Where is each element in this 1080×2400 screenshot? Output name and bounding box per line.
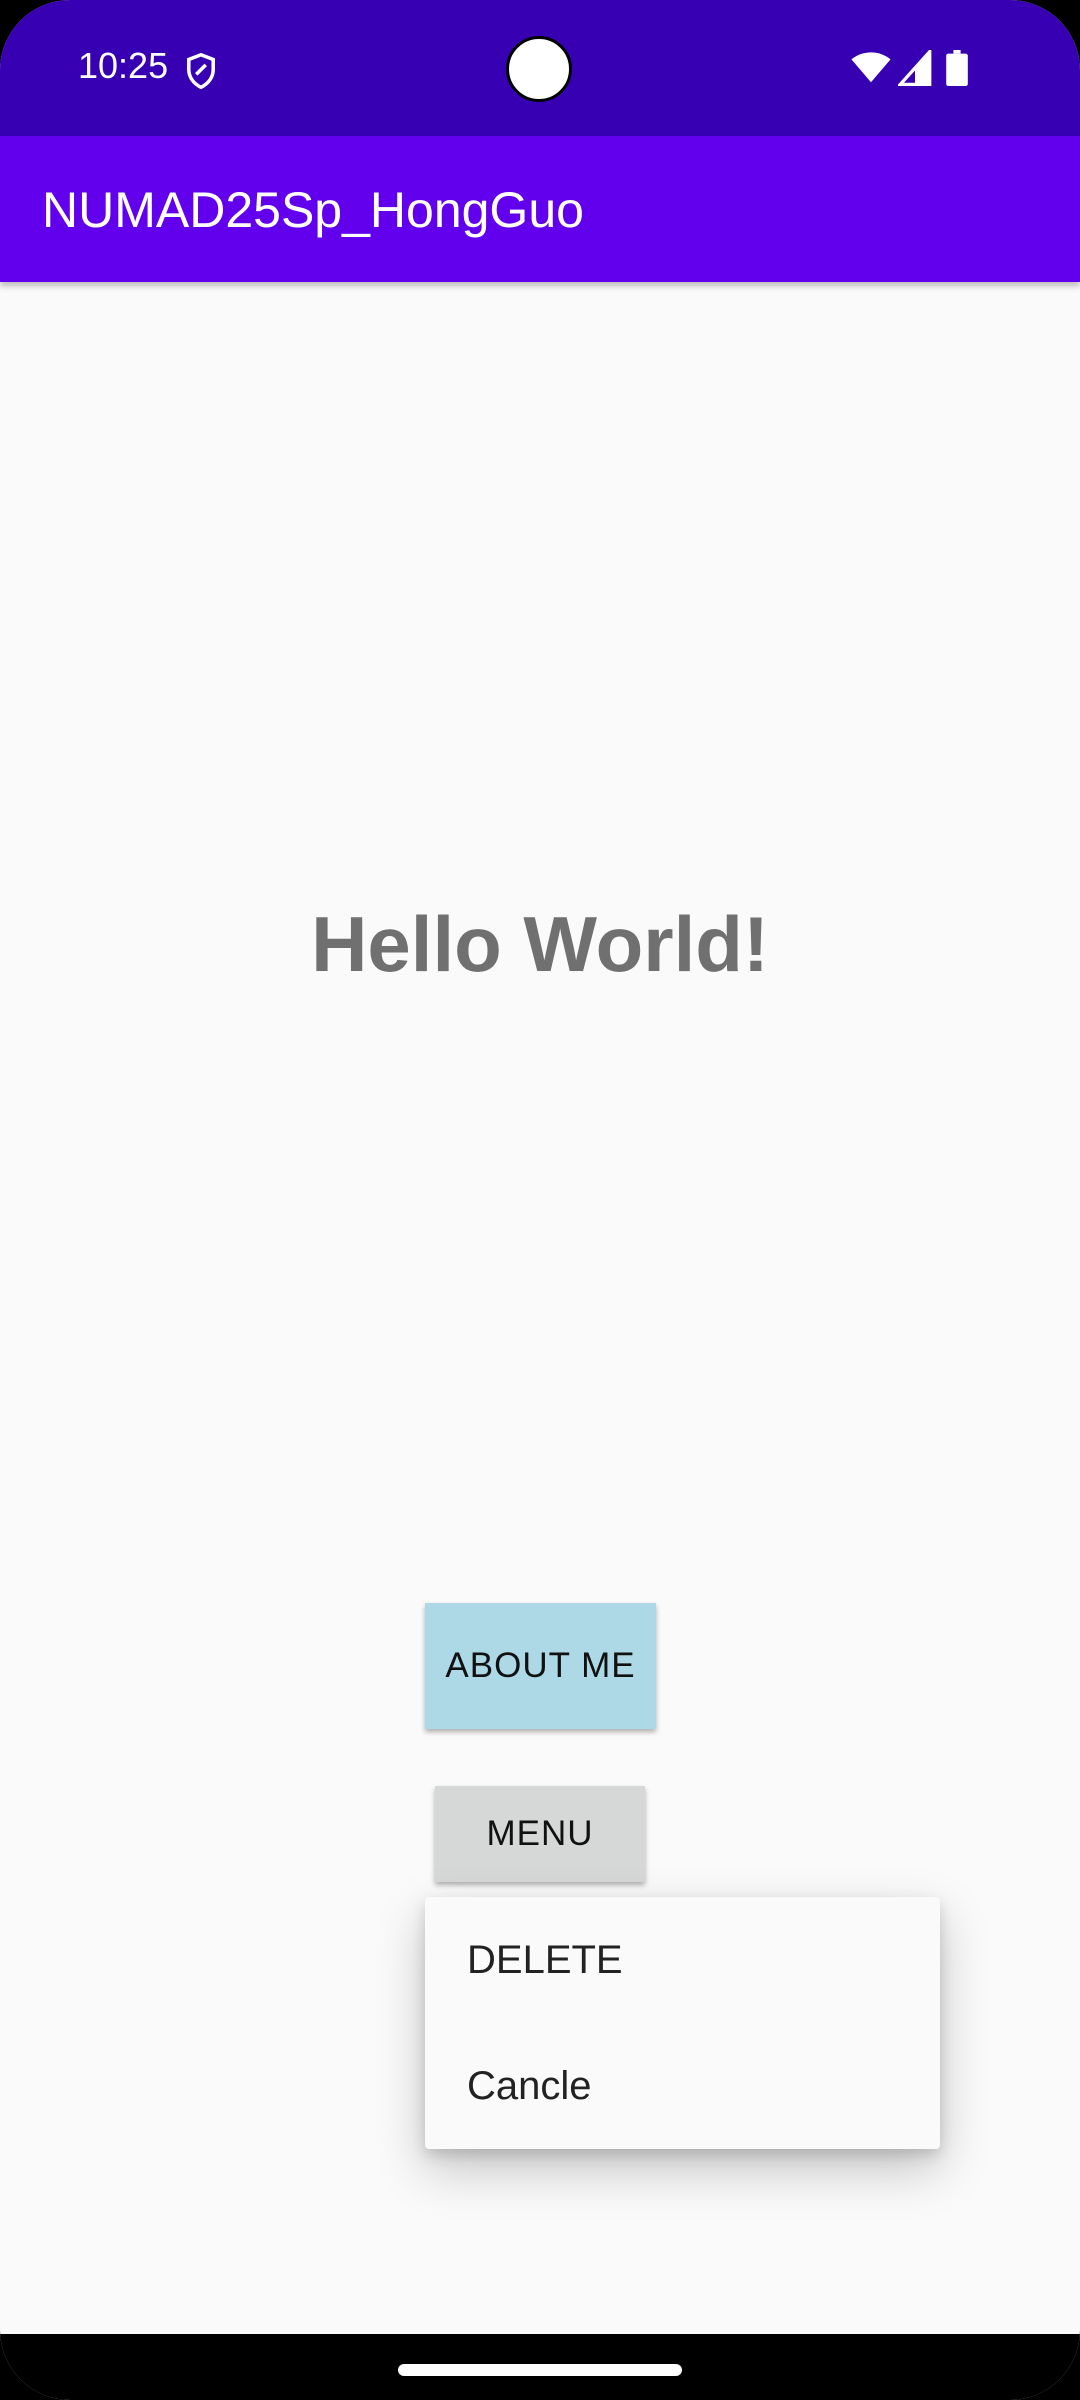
home-gesture-handle[interactable] — [398, 2364, 682, 2376]
camera-cutout — [506, 36, 572, 102]
app-bar: NUMAD25Sp_HongGuo — [0, 136, 1080, 282]
wifi-icon — [851, 52, 891, 83]
status-bar: 10:25 — [0, 0, 1080, 136]
status-time: 10:25 — [78, 45, 169, 86]
popup-menu: DELETE Cancle — [425, 1897, 940, 2149]
hello-world-text: Hello World! — [311, 900, 769, 988]
menu-button[interactable]: MENU — [435, 1786, 645, 1882]
menu-item-cancel[interactable]: Cancle — [425, 2023, 940, 2149]
about-me-button[interactable]: ABOUT ME — [425, 1603, 656, 1729]
shield-icon — [187, 52, 215, 90]
cellular-signal-icon — [898, 50, 932, 86]
device-screen: 10:25 NUMAD25Sp_HongGuo Hello World! ABO… — [0, 0, 1080, 2400]
menu-item-delete[interactable]: DELETE — [425, 1897, 940, 2023]
app-title: NUMAD25Sp_HongGuo — [42, 182, 584, 238]
battery-icon — [946, 50, 968, 86]
